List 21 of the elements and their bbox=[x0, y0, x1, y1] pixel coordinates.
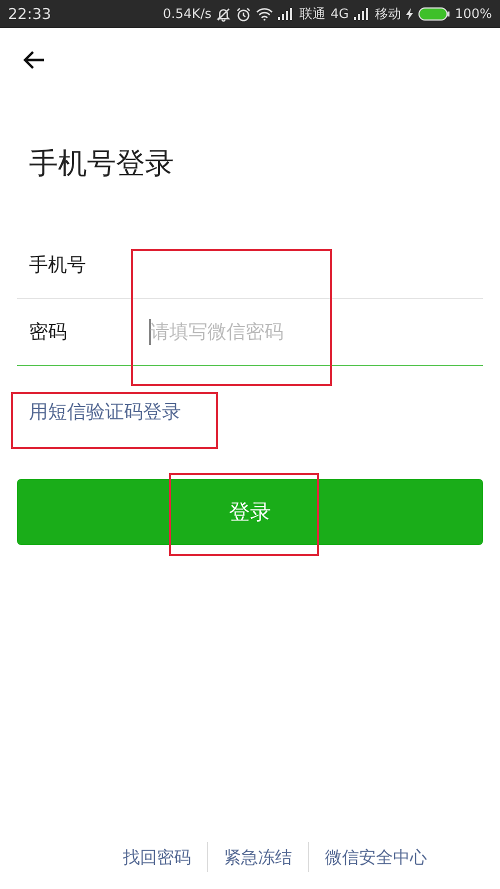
alarm-icon bbox=[236, 6, 252, 22]
wifi-icon bbox=[256, 7, 274, 21]
footer-link[interactable]: 紧急冻结 bbox=[224, 846, 292, 868]
battery-level: 100% bbox=[454, 6, 492, 22]
login-button[interactable]: 登录 bbox=[17, 479, 483, 545]
carrier-name: 移动 bbox=[374, 6, 401, 23]
field-label: 手机号 bbox=[28, 253, 87, 278]
carrier-name: 联通 bbox=[299, 6, 326, 23]
signal-icon bbox=[354, 8, 370, 20]
charging-icon bbox=[406, 8, 413, 20]
field-label: 密码 bbox=[28, 320, 68, 345]
network-type: 4G bbox=[330, 6, 349, 22]
footer-link[interactable]: 微信安全中心 bbox=[325, 846, 427, 868]
clock: 22:33 bbox=[8, 5, 52, 23]
network-speed: 0.54K/s bbox=[162, 6, 212, 22]
muted-bell-icon bbox=[216, 6, 232, 22]
footer-link[interactable]: 找回密码 bbox=[123, 846, 191, 868]
page-title: 手机号登录 bbox=[29, 145, 175, 182]
battery-icon bbox=[418, 7, 450, 21]
signal-icon bbox=[278, 8, 294, 20]
sms-login-link[interactable]: 用短信验证码登录 bbox=[29, 399, 181, 425]
